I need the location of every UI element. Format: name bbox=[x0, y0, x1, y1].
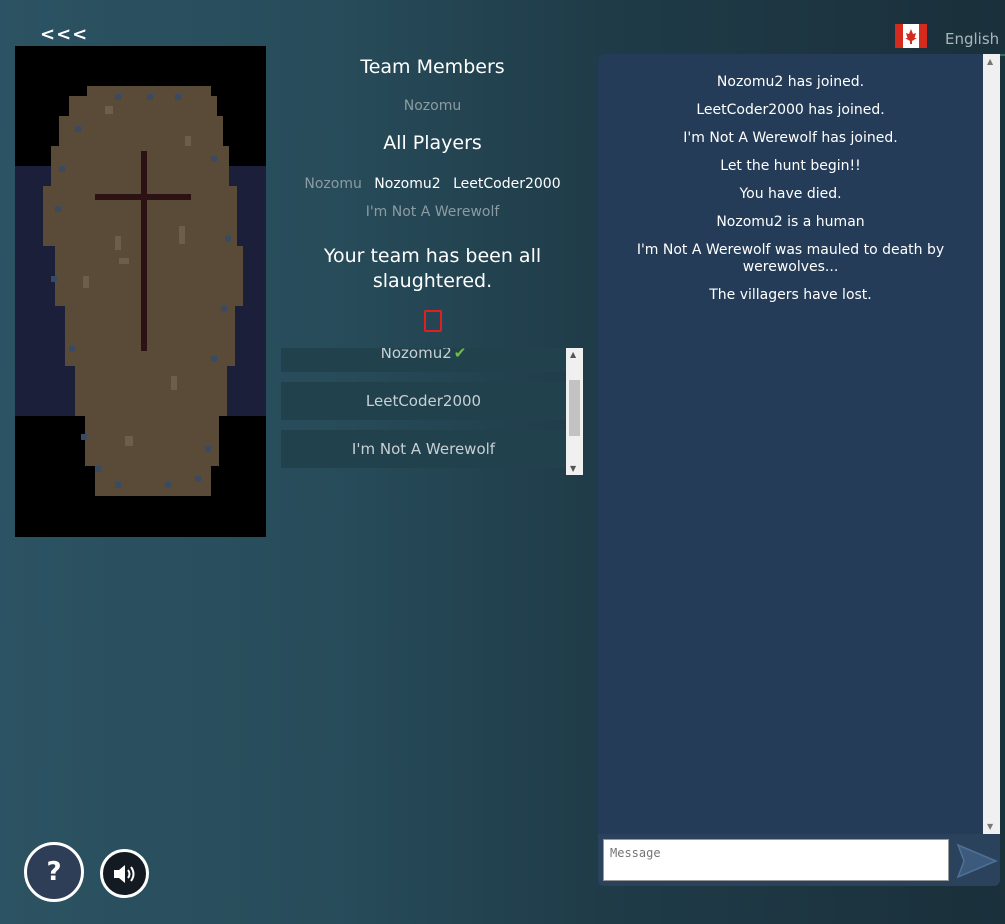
chat-message: I'm Not A Werewolf has joined. bbox=[683, 130, 898, 146]
chat-message: Nozomu2 is a human bbox=[716, 214, 865, 230]
game-info-panel: Team Members Nozomu All Players Nozomu N… bbox=[280, 52, 585, 336]
chat-scrollbar[interactable]: ▲ ▼ bbox=[983, 54, 1000, 834]
vote-option-button[interactable]: I'm Not A Werewolf bbox=[281, 430, 566, 468]
check-icon: ✔ bbox=[453, 348, 467, 362]
vote-option-button[interactable]: LeetCoder2000 bbox=[281, 382, 566, 420]
vote-option-label: I'm Not A Werewolf bbox=[351, 440, 496, 458]
game-result-message: Your team has been all slaughtered. bbox=[323, 245, 542, 292]
scroll-up-icon[interactable]: ▲ bbox=[570, 350, 576, 359]
vote-indicator-icon bbox=[423, 310, 442, 332]
back-button[interactable]: <<< bbox=[40, 24, 88, 45]
character-portrait bbox=[15, 46, 266, 537]
all-players-title: All Players bbox=[383, 132, 482, 154]
chat-message: I'm Not A Werewolf was mauled to death b… bbox=[636, 242, 945, 275]
chat-panel: Nozomu2 has joined. LeetCoder2000 has jo… bbox=[598, 54, 1000, 836]
chat-message: LeetCoder2000 has joined. bbox=[696, 102, 885, 118]
chat-message: You have died. bbox=[739, 186, 842, 202]
vote-list-scrollbar[interactable]: ▲ ▼ bbox=[566, 348, 583, 475]
player-name-alive: LeetCoder2000 bbox=[453, 176, 561, 192]
vote-list[interactable]: Nozomu2 ✔ LeetCoder2000 I'm Not A Werewol… bbox=[281, 348, 583, 475]
chat-input-bar bbox=[598, 834, 1000, 886]
coffin-image bbox=[15, 46, 266, 537]
scroll-down-icon[interactable]: ▼ bbox=[987, 822, 993, 831]
vote-option-label: Nozomu2 bbox=[380, 348, 452, 362]
language-selector[interactable]: English bbox=[895, 24, 1005, 56]
team-member-name: Nozomu bbox=[403, 98, 462, 114]
chat-message: Let the hunt begin!! bbox=[720, 158, 861, 174]
player-name-dead: Nozomu bbox=[304, 176, 362, 192]
canada-flag-icon bbox=[895, 24, 927, 48]
scroll-down-icon[interactable]: ▼ bbox=[570, 464, 576, 473]
players-list: Nozomu Nozomu2 LeetCoder2000 I'm Not A W… bbox=[280, 170, 585, 226]
player-name-dead: I'm Not A Werewolf bbox=[365, 204, 500, 220]
language-label: English bbox=[945, 30, 1000, 48]
player-name-alive: Nozomu2 bbox=[374, 176, 441, 192]
team-members-title: Team Members bbox=[360, 56, 505, 78]
chat-message: The villagers have lost. bbox=[709, 287, 872, 303]
message-input[interactable] bbox=[603, 839, 949, 881]
speaker-icon bbox=[114, 865, 135, 883]
scroll-up-icon[interactable]: ▲ bbox=[987, 57, 993, 66]
scrollbar-thumb[interactable] bbox=[569, 380, 580, 436]
help-button[interactable]: ? bbox=[24, 842, 84, 902]
send-icon[interactable] bbox=[954, 842, 1000, 880]
vote-option-button[interactable]: Nozomu2 ✔ bbox=[281, 348, 566, 372]
sound-toggle-button[interactable] bbox=[100, 849, 149, 898]
chat-messages: Nozomu2 has joined. LeetCoder2000 has jo… bbox=[598, 74, 983, 315]
vote-option-label: LeetCoder2000 bbox=[365, 392, 482, 410]
chat-message: Nozomu2 has joined. bbox=[716, 74, 865, 90]
